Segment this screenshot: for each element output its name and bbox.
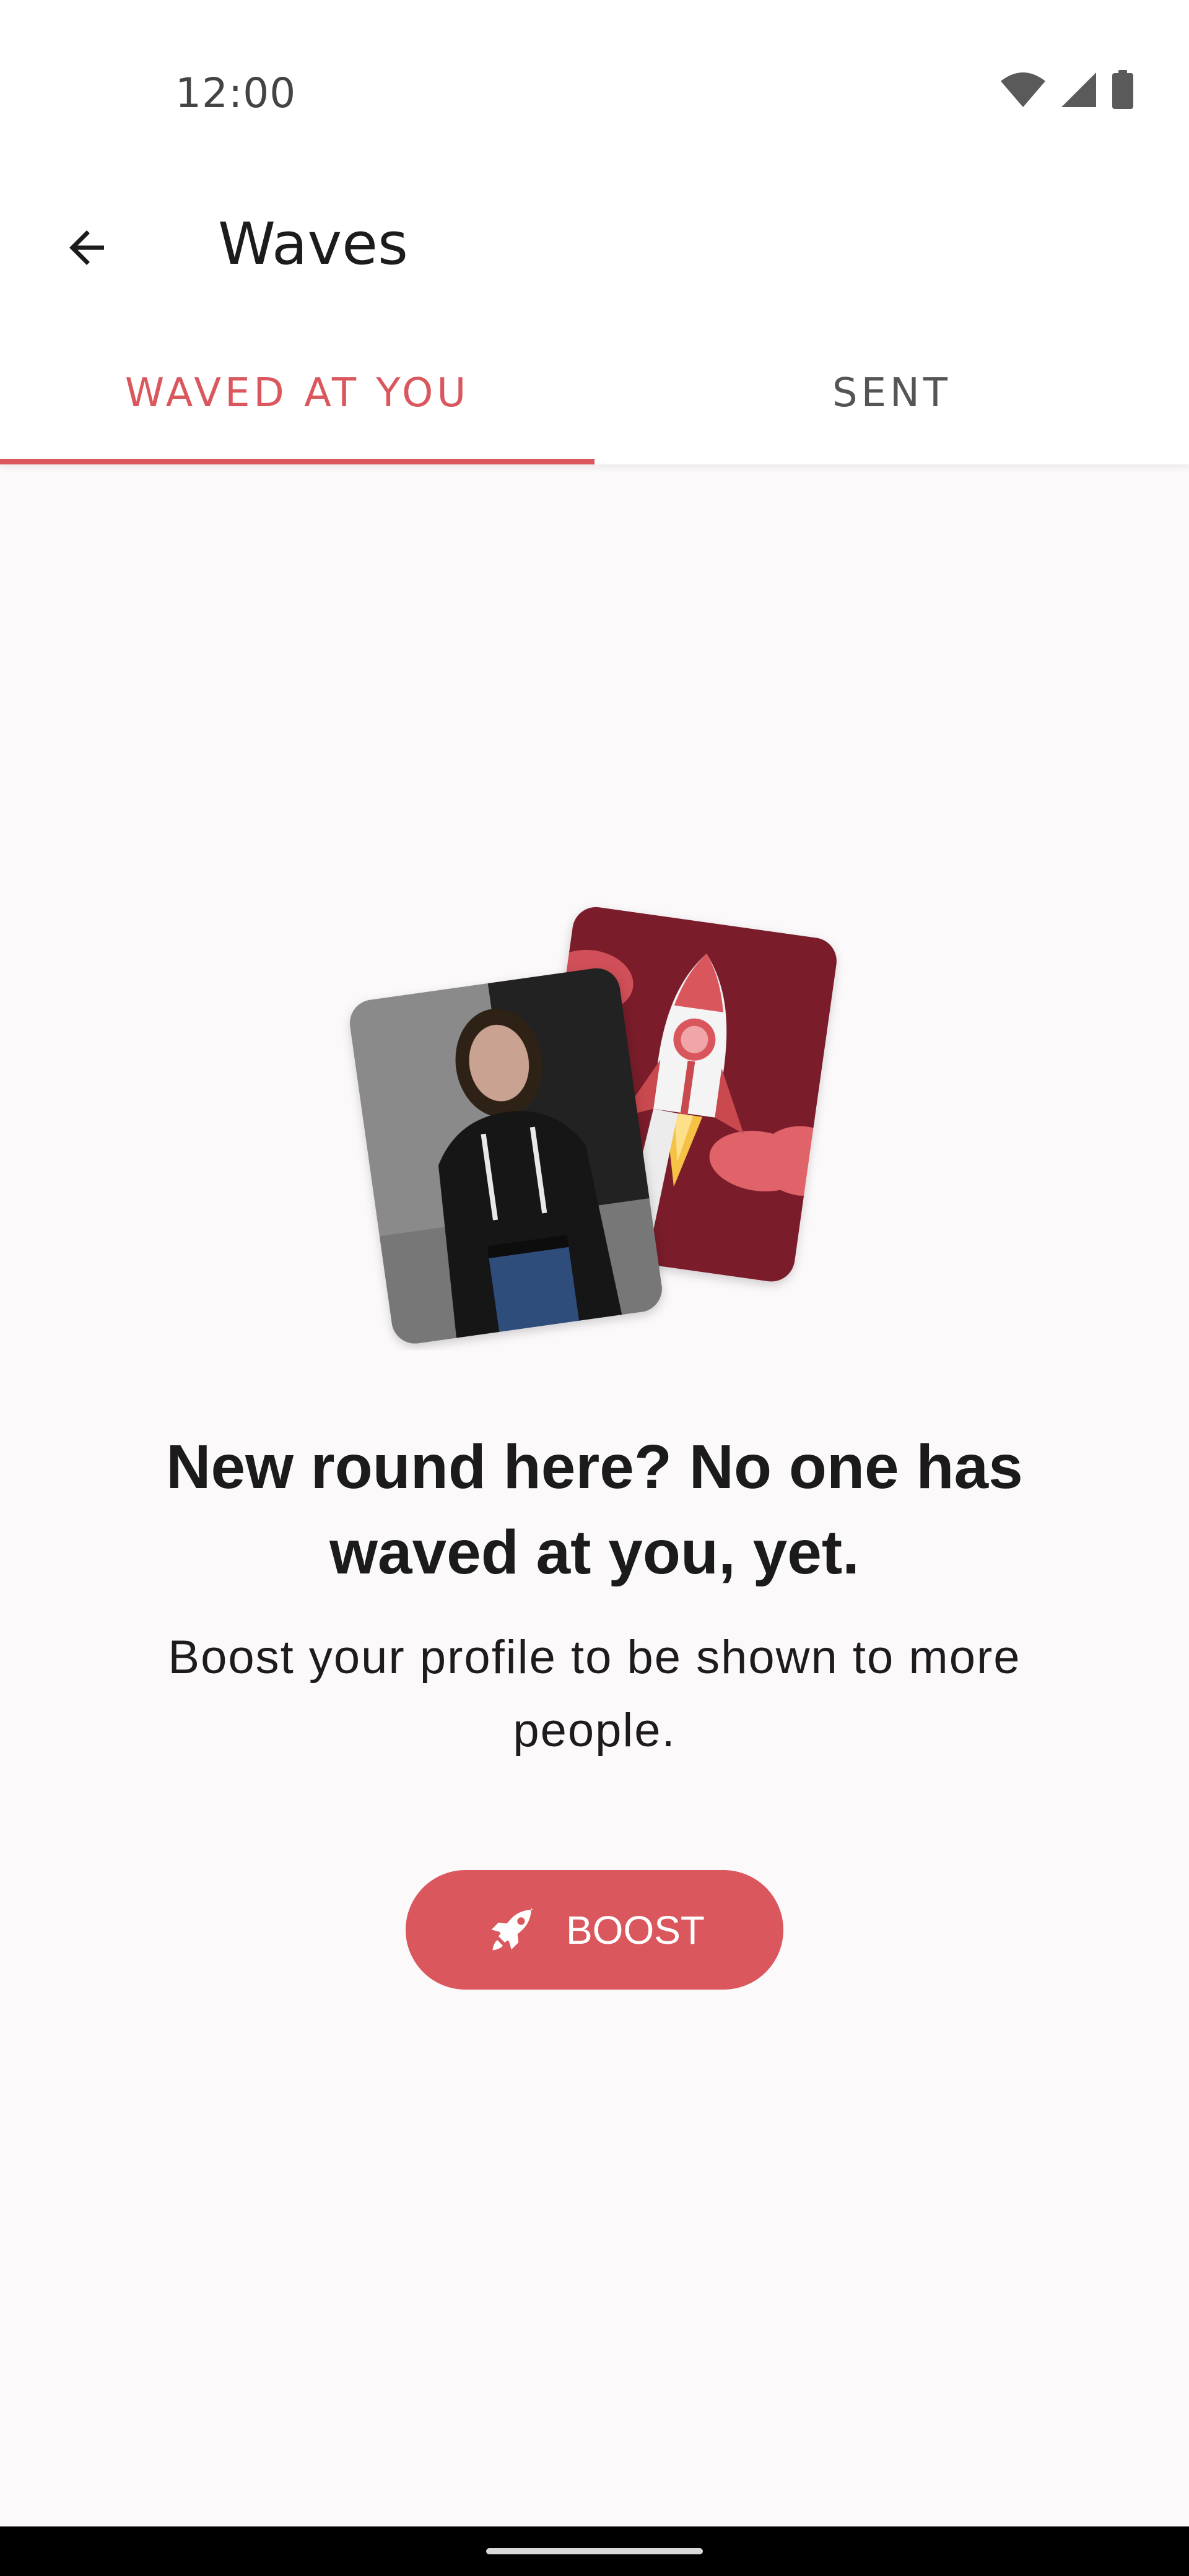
- profile-photo-card: [347, 965, 665, 1347]
- tab-bar: WAVED AT YOU SENT: [0, 322, 1189, 464]
- tab-label: SENT: [832, 370, 952, 416]
- tab-sent[interactable]: SENT: [594, 322, 1189, 464]
- boost-button-label: BOOST: [565, 1907, 705, 1952]
- boost-button[interactable]: BOOST: [406, 1870, 783, 1990]
- rocket-icon: [491, 1907, 533, 1951]
- tab-indicator: [0, 459, 594, 464]
- wifi-icon: [1001, 72, 1045, 107]
- status-time: 12:00: [175, 69, 297, 117]
- page-title: Waves: [218, 211, 408, 278]
- back-button[interactable]: [43, 204, 130, 291]
- empty-state-body: Boost your profile to be shown to more p…: [168, 1631, 1021, 1757]
- empty-state-illustration: [334, 892, 867, 1350]
- arrow-back-icon: [69, 230, 104, 265]
- tab-label: WAVED AT YOU: [124, 370, 470, 416]
- battery-icon: [1112, 70, 1133, 109]
- home-gesture-handle[interactable]: [486, 2548, 703, 2554]
- tab-waved-at-you[interactable]: WAVED AT YOU: [0, 322, 594, 464]
- status-icons: [1000, 68, 1135, 111]
- app-bar: Waves: [0, 180, 1189, 322]
- empty-state-heading: New round here? No one has waved at you,…: [166, 1432, 1023, 1587]
- signal-icon: [1061, 72, 1096, 107]
- system-navigation-bar: [0, 2526, 1189, 2576]
- status-bar: 12:00: [0, 0, 1189, 180]
